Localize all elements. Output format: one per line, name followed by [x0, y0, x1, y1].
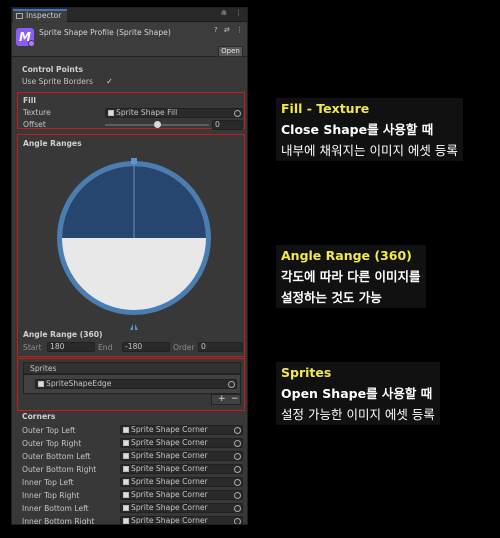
- angle-range-bottom-handle-icon[interactable]: [130, 324, 138, 330]
- corner-picker-icon[interactable]: [234, 492, 241, 499]
- remove-sprite-icon[interactable]: −: [231, 395, 239, 404]
- open-button[interactable]: Open: [218, 46, 243, 57]
- sprite-picker-icon[interactable]: [228, 381, 235, 388]
- object-picker-icon[interactable]: [234, 110, 241, 117]
- sprites-footer: + −: [211, 394, 241, 405]
- corner-picker-icon[interactable]: [234, 453, 241, 460]
- fill-annotation-title: Fill - Texture: [281, 101, 370, 116]
- angle-ranges-heading: Angle Ranges: [23, 139, 82, 148]
- fill-annotation-line2: 내부에 채워지는 이미지 에셋 등록: [281, 143, 458, 158]
- order-label: Order: [173, 343, 195, 352]
- texture-label: Texture: [23, 108, 51, 117]
- corner-asset-icon: [123, 479, 129, 485]
- fill-heading: Fill: [23, 96, 36, 105]
- offset-field[interactable]: 0: [212, 120, 243, 130]
- sprite-item-value: SpriteShapeEdge: [46, 379, 112, 388]
- header-title: Sprite Shape Profile (Sprite Shape): [39, 28, 171, 37]
- corner-field[interactable]: Sprite Shape Corner: [120, 516, 243, 525]
- corner-field[interactable]: Sprite Shape Corner: [120, 438, 243, 448]
- corner-picker-icon[interactable]: [234, 479, 241, 486]
- corner-label: Outer Bottom Left: [22, 452, 91, 461]
- corner-picker-icon[interactable]: [234, 518, 241, 524]
- offset-label: Offset: [23, 120, 46, 129]
- corner-asset-icon: [123, 466, 129, 472]
- corner-field[interactable]: Sprite Shape Corner: [120, 503, 243, 513]
- corner-label: Outer Bottom Right: [22, 465, 97, 474]
- corner-field[interactable]: Sprite Shape Corner: [120, 425, 243, 435]
- corner-label: Inner Top Right: [22, 491, 80, 500]
- offset-slider-thumb[interactable]: [153, 121, 161, 128]
- inspector-header: M Sprite Shape Profile (Sprite Shape) ? …: [12, 23, 247, 57]
- sprites-annotation: Sprites Open Shape를 사용할 때 설정 가능한 이미지 에셋 …: [276, 362, 440, 425]
- angle-annotation: Angle Range (360) 각도에 따라 다른 이미지를 설정하는 것도…: [276, 245, 426, 308]
- inspector-window: Inspector ⋒ ⋮ M Sprite Shape Profile (Sp…: [11, 7, 248, 525]
- corner-picker-icon[interactable]: [234, 440, 241, 447]
- tab-inspector[interactable]: Inspector: [13, 9, 67, 22]
- corner-asset-icon: [123, 518, 129, 524]
- angle-range-dial[interactable]: [54, 156, 214, 331]
- sprites-list-header: Sprites: [23, 362, 241, 374]
- inspector-icon: [16, 13, 23, 19]
- corner-asset-icon: [123, 427, 129, 433]
- corner-picker-icon[interactable]: [234, 466, 241, 473]
- sprites-heading: Sprites: [30, 364, 57, 373]
- corner-picker-icon[interactable]: [234, 427, 241, 434]
- texture-asset-icon: [108, 110, 114, 116]
- control-points-heading: Control Points: [22, 65, 83, 74]
- use-sprite-borders-label: Use Sprite Borders: [22, 77, 93, 86]
- corner-value: Sprite Shape Corner: [131, 490, 208, 499]
- corner-asset-icon: [123, 505, 129, 511]
- end-field[interactable]: -180: [122, 342, 170, 352]
- sprites-annotation-line2: 설정 가능한 이미지 에셋 등록: [281, 407, 435, 422]
- sprite-asset-icon: [38, 381, 44, 387]
- order-field[interactable]: 0: [198, 342, 243, 352]
- sprites-list: SpriteShapeEdge: [23, 374, 241, 394]
- sprite-item-field[interactable]: SpriteShapeEdge: [35, 379, 237, 389]
- corner-value: Sprite Shape Corner: [131, 516, 208, 525]
- corner-value: Sprite Shape Corner: [131, 438, 208, 447]
- corner-label: Outer Top Left: [22, 426, 76, 435]
- corner-asset-icon: [123, 453, 129, 459]
- tab-menu-icons[interactable]: ⋒ ⋮: [221, 9, 245, 17]
- corner-field[interactable]: Sprite Shape Corner: [120, 490, 243, 500]
- corner-asset-icon: [123, 492, 129, 498]
- asset-badge-icon: [28, 40, 35, 47]
- corner-value: Sprite Shape Corner: [131, 464, 208, 473]
- corner-value: Sprite Shape Corner: [131, 503, 208, 512]
- angle-annotation-line2: 설정하는 것도 가능: [281, 290, 382, 305]
- corners-heading: Corners: [22, 412, 56, 421]
- use-sprite-borders-checkbox[interactable]: ✓: [105, 77, 114, 86]
- texture-field[interactable]: Sprite Shape Fill: [105, 108, 243, 118]
- fill-annotation: Fill - Texture Close Shape를 사용할 때 내부에 채워…: [276, 98, 463, 161]
- tab-label: Inspector: [26, 11, 62, 20]
- texture-value: Sprite Shape Fill: [116, 108, 178, 117]
- angle-annotation-line1: 각도에 따라 다른 이미지를: [281, 269, 421, 284]
- corner-field[interactable]: Sprite Shape Corner: [120, 477, 243, 487]
- corner-value: Sprite Shape Corner: [131, 477, 208, 486]
- tab-bar: Inspector ⋒ ⋮: [12, 8, 247, 22]
- corner-label: Inner Top Left: [22, 478, 74, 487]
- fill-annotation-line1: Close Shape를 사용할 때: [281, 122, 434, 137]
- corner-value: Sprite Shape Corner: [131, 425, 208, 434]
- corner-field[interactable]: Sprite Shape Corner: [120, 464, 243, 474]
- corner-field[interactable]: Sprite Shape Corner: [120, 451, 243, 461]
- corner-label: Inner Bottom Right: [22, 517, 95, 525]
- sprites-annotation-title: Sprites: [281, 365, 332, 380]
- angle-range-top-handle[interactable]: [131, 158, 137, 164]
- corner-value: Sprite Shape Corner: [131, 451, 208, 460]
- add-sprite-icon[interactable]: +: [218, 395, 226, 404]
- screen: Inspector ⋒ ⋮ M Sprite Shape Profile (Sp…: [0, 0, 500, 538]
- sprites-annotation-line1: Open Shape를 사용할 때: [281, 386, 433, 401]
- start-field[interactable]: 180: [47, 342, 95, 352]
- corner-asset-icon: [123, 440, 129, 446]
- angle-range-title: Angle Range (360): [23, 330, 103, 339]
- angle-annotation-title: Angle Range (360): [281, 248, 412, 263]
- corner-label: Outer Top Right: [22, 439, 82, 448]
- corner-picker-icon[interactable]: [234, 505, 241, 512]
- start-label: Start: [23, 343, 42, 352]
- end-label: End: [98, 343, 113, 352]
- corner-label: Inner Bottom Left: [22, 504, 89, 513]
- header-help-settings-icons[interactable]: ? ⇄ ⋮: [214, 26, 245, 34]
